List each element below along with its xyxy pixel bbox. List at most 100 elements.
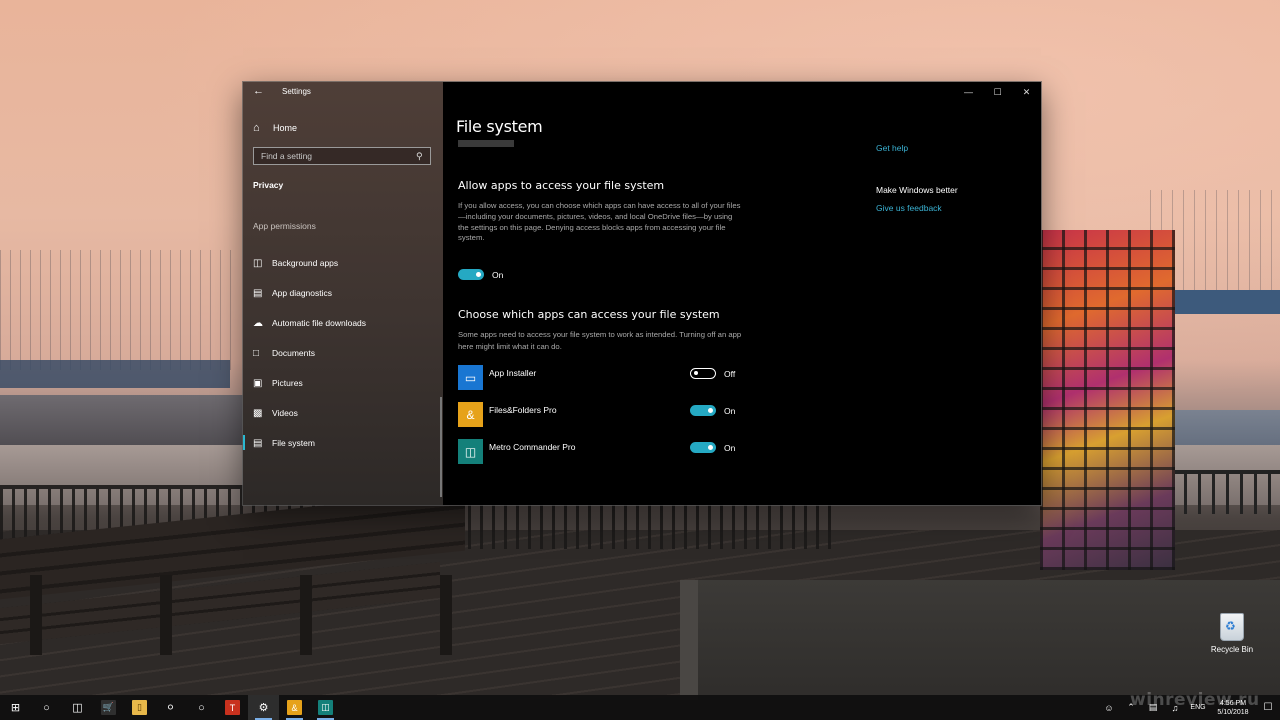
taskbar-files-folders-pro[interactable]: & (279, 695, 310, 720)
home-label: Home (273, 123, 298, 133)
sidebar-item-automatic-file-downloads[interactable]: ☁ Automatic file downloads (243, 308, 443, 338)
settings-window: ← Settings ⌂ Home ⚲ Privacy App permissi… (243, 82, 1041, 505)
sidebar-scrollbar[interactable] (440, 397, 442, 497)
app-installer-toggle[interactable] (690, 368, 716, 379)
system-tray: ☺ ⌃ ▤ ♫ ENG 4:56 PM 5/10/2018 ☐ (1098, 695, 1280, 720)
close-button[interactable]: ✕ (1012, 82, 1041, 102)
app-name: Metro Commander Pro (489, 442, 576, 452)
sidebar-item-background-apps[interactable]: ◫ Background apps (243, 248, 443, 278)
files-folders-pro-toggle[interactable] (690, 405, 716, 416)
choose-apps-heading: Choose which apps can access your file s… (458, 308, 720, 321)
volume-icon[interactable]: ♫ (1164, 703, 1186, 713)
taskbar-app-1[interactable]: ⚪ (155, 695, 186, 720)
folder-icon: ▯ (132, 700, 147, 715)
clock-time: 4:56 PM (1219, 699, 1247, 707)
app-toggle-row: Off (690, 368, 735, 379)
task-view-icon: ◫ (72, 702, 83, 714)
get-help-link[interactable]: Get help (876, 143, 908, 153)
metro-commander-pro-toggle[interactable] (690, 442, 716, 453)
home-nav-item[interactable]: ⌂ Home (253, 120, 297, 136)
give-feedback-link[interactable]: Give us feedback (876, 203, 942, 213)
network-icon[interactable]: ▤ (1142, 702, 1164, 713)
metro-commander-taskbar-icon: ◫ (318, 700, 333, 715)
search-box: ⚲ (253, 147, 431, 165)
sidebar-item-file-system[interactable]: ▤ File system (243, 428, 443, 458)
search-icon[interactable]: ⚲ (416, 151, 430, 162)
app-row-app-installer: ▭ App Installer Off (458, 365, 743, 391)
cloud-icon: ☁ (253, 317, 263, 329)
toggle-state: Off (724, 368, 736, 379)
sidebar-item-pictures[interactable]: ▣ Pictures (243, 368, 443, 398)
task-view-button[interactable]: ◫ (62, 695, 93, 720)
taskbar-settings[interactable]: ⚙ (248, 695, 279, 720)
sidebar-item-label: Documents (272, 348, 315, 358)
globe-app-icon: ⚪ (165, 702, 176, 714)
taskbar-file-explorer[interactable]: ▯ (124, 695, 155, 720)
clock[interactable]: 4:56 PM 5/10/2018 (1210, 699, 1256, 717)
files-folders-pro-taskbar-icon: & (287, 700, 302, 715)
recycle-bin-icon (1220, 613, 1244, 641)
app-row-files-folders-pro: & Files&Folders Pro On (458, 402, 743, 428)
action-center-icon[interactable]: ☐ (1256, 702, 1280, 713)
allow-access-toggle-row: On (458, 269, 503, 280)
app-diagnostics-icon: ▤ (253, 287, 263, 299)
cortana-circle-icon: ○ (43, 701, 50, 714)
sidebar-item-label: Videos (272, 408, 298, 418)
file-system-icon: ▤ (253, 437, 263, 449)
page-title: File system (456, 117, 543, 136)
minimize-button[interactable]: — (954, 82, 983, 102)
app-toggle-row: On (690, 442, 735, 453)
sidebar-item-documents[interactable]: □ Documents (243, 338, 443, 368)
language-indicator[interactable]: ENG (1186, 704, 1210, 711)
store-icon: 🛒 (101, 700, 116, 715)
sidebar-item-app-diagnostics[interactable]: ▤ App diagnostics (243, 278, 443, 308)
t-app-icon: T (225, 700, 240, 715)
recycle-bin-shortcut[interactable]: Recycle Bin (1208, 613, 1256, 654)
taskbar-store[interactable]: 🛒 (93, 695, 124, 720)
maximize-button[interactable]: ☐ (983, 82, 1012, 102)
settings-sidebar: ← Settings ⌂ Home ⚲ Privacy App permissi… (243, 82, 443, 505)
back-arrow-icon[interactable]: ← (253, 85, 264, 97)
cortana-button[interactable]: ○ (31, 695, 62, 720)
video-icon: ▩ (253, 407, 263, 419)
gear-icon: ⚙ (258, 702, 269, 714)
app-toggle-row: On (690, 405, 735, 416)
choose-apps-description: Some apps need to access your file syste… (458, 330, 742, 351)
sidebar-item-label: Automatic file downloads (272, 318, 367, 328)
allow-access-toggle-state: On (492, 269, 504, 280)
make-windows-better-heading: Make Windows better (876, 185, 958, 195)
allow-access-heading: Allow apps to access your file system (458, 179, 665, 192)
sidebar-item-videos[interactable]: ▩ Videos (243, 398, 443, 428)
taskbar-metro-commander-pro[interactable]: ◫ (310, 695, 341, 720)
sidebar-item-label: Pictures (272, 378, 303, 388)
allow-access-toggle[interactable] (458, 269, 484, 280)
taskbar-app-2[interactable]: ○ (186, 695, 217, 720)
background-apps-icon: ◫ (253, 257, 263, 269)
home-icon: ⌂ (253, 122, 260, 134)
app-title: Settings (282, 87, 311, 96)
app-installer-icon: ▭ (458, 365, 483, 390)
app-permissions-heading: App permissions (253, 221, 316, 231)
category-heading: Privacy (253, 180, 284, 190)
change-button-partial[interactable] (458, 140, 514, 147)
picture-icon: ▣ (253, 377, 263, 389)
taskbar-app-3[interactable]: T (217, 695, 248, 720)
palette-icon: ○ (198, 701, 205, 714)
clock-date: 5/10/2018 (1217, 708, 1249, 716)
taskbar: ⊞ ○ ◫ 🛒 ▯ ⚪ ○ T ⚙ & ◫ ☺ ⌃ ▤ ♫ ENG 4:56 P… (0, 695, 1280, 720)
sidebar-item-label: App diagnostics (272, 288, 333, 298)
document-icon: □ (253, 347, 260, 359)
toggle-state: On (724, 442, 736, 453)
start-button[interactable]: ⊞ (0, 695, 31, 720)
sidebar-item-label: Background apps (272, 258, 339, 268)
allow-access-description: If you allow access, you can choose whic… (458, 201, 741, 243)
windows-logo-icon: ⊞ (10, 702, 21, 714)
chevron-up-icon[interactable]: ⌃ (1120, 702, 1142, 713)
title-bar: ← Settings (243, 82, 443, 102)
search-input[interactable] (254, 150, 416, 162)
app-name: Files&Folders Pro (489, 405, 557, 415)
people-icon[interactable]: ☺ (1098, 703, 1120, 713)
app-name: App Installer (489, 368, 537, 378)
sidebar-item-label: File system (272, 438, 315, 448)
window-controls: — ☐ ✕ (954, 82, 1041, 102)
